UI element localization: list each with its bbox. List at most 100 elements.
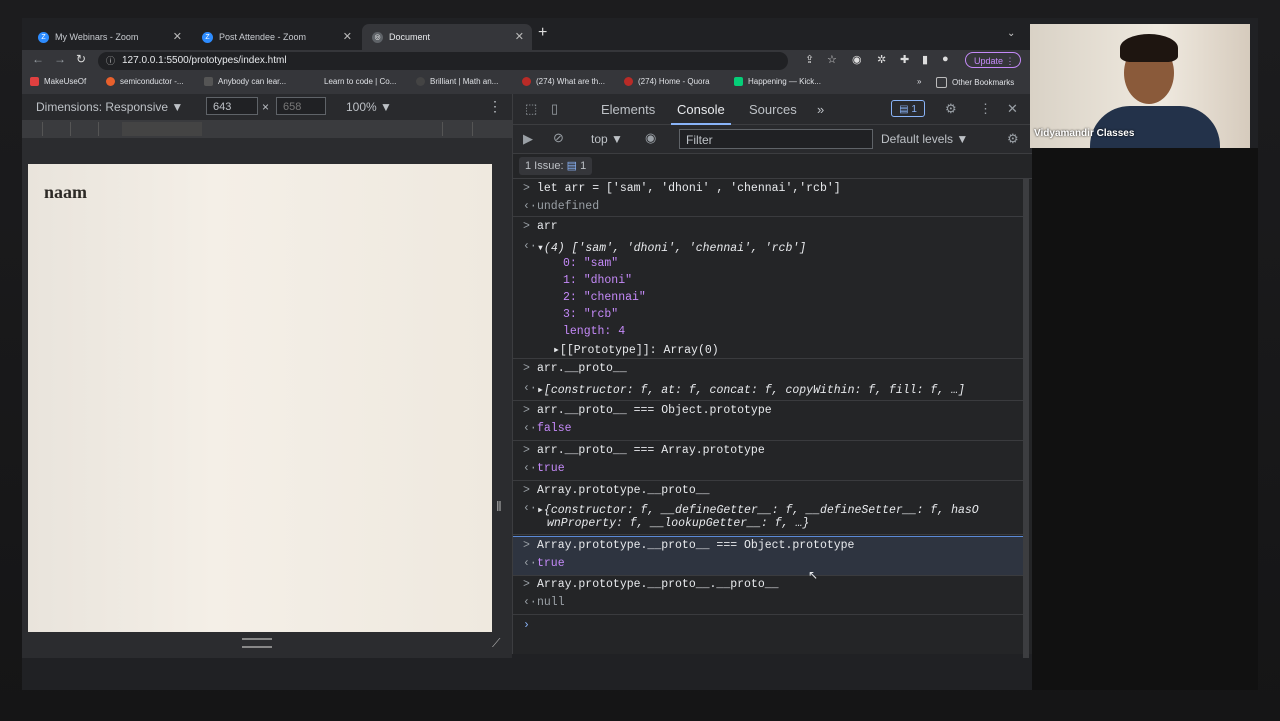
array-item: 1: "dhoni" bbox=[563, 274, 633, 287]
other-bookmarks[interactable]: Other Bookmarks bbox=[936, 77, 1014, 88]
console-output-value: false bbox=[537, 422, 572, 435]
console-input: let arr = ['sam', 'dhoni' , 'chennai','r… bbox=[537, 182, 841, 195]
tab-post-attendee[interactable]: Z Post Attendee - Zoom ✕ bbox=[192, 24, 360, 50]
tab-elements[interactable]: Elements bbox=[601, 102, 655, 117]
more-bookmarks-icon[interactable]: » bbox=[917, 77, 921, 86]
globe-icon: ◎ bbox=[372, 31, 383, 43]
close-icon[interactable]: ✕ bbox=[343, 30, 352, 43]
output-arrow-icon: ‹· bbox=[523, 502, 537, 515]
prompt-caret-icon: › bbox=[523, 619, 530, 632]
object-summary[interactable]: ▸[constructor: f, at: f, concat: f, copy… bbox=[537, 382, 965, 397]
close-icon[interactable]: ✕ bbox=[515, 30, 524, 43]
console-input: Array.prototype.__proto__ bbox=[537, 484, 710, 497]
reload-icon[interactable]: ↻ bbox=[76, 52, 86, 66]
extension-icon[interactable]: ✲ bbox=[877, 53, 886, 66]
dimensions-select[interactable]: Dimensions: Responsive ▼ bbox=[36, 100, 183, 114]
tab-strip: Z My Webinars - Zoom ✕ Z Post Attendee -… bbox=[22, 18, 1032, 50]
bookmark-item[interactable]: (274) What are th... bbox=[522, 77, 605, 86]
output-arrow-icon: ‹· bbox=[523, 557, 537, 570]
sidebar-toggle-icon[interactable]: ▶ bbox=[523, 131, 533, 147]
tab-search-icon[interactable]: ⌄ bbox=[1007, 28, 1015, 39]
bookmark-item[interactable]: Anybody can lear... bbox=[204, 77, 286, 86]
console-output-value: true bbox=[537, 462, 565, 475]
page-content: naam bbox=[28, 164, 492, 632]
zoom-select[interactable]: 100% ▼ bbox=[346, 100, 392, 114]
kebab-icon[interactable]: ⋮ bbox=[979, 101, 992, 117]
close-icon[interactable]: ✕ bbox=[173, 30, 182, 43]
mouse-cursor-icon: ↖ bbox=[808, 568, 819, 582]
back-icon[interactable]: ← bbox=[32, 52, 44, 66]
bookmark-label: Brilliant | Math an... bbox=[430, 77, 499, 86]
bookmark-item[interactable]: Brilliant | Math an... bbox=[416, 77, 498, 86]
levels-select[interactable]: Default levels ▼ bbox=[881, 132, 968, 146]
settings-icon[interactable]: ⚙ bbox=[945, 101, 957, 117]
share-icon[interactable]: ⇪ bbox=[805, 53, 814, 66]
info-icon[interactable]: ⓘ bbox=[106, 54, 115, 67]
width-input[interactable]: 643 bbox=[206, 97, 258, 115]
bookmark-item[interactable]: Happening — Kick... bbox=[734, 77, 821, 86]
puzzle-icon[interactable]: ✚ bbox=[900, 53, 909, 66]
issues-button[interactable]: 1 Issue: ▤ 1 bbox=[519, 157, 593, 175]
zoom-icon: Z bbox=[38, 31, 49, 43]
console-entry-selected: > Array.prototype.__proto__ === Object.p… bbox=[513, 536, 1023, 576]
height-input[interactable]: 658 bbox=[276, 97, 326, 115]
context-select[interactable]: top ▼ bbox=[591, 132, 623, 146]
eye-icon[interactable]: ◉ bbox=[645, 130, 656, 146]
bookmark-item[interactable]: Learn to code | Co... bbox=[324, 77, 396, 86]
filter-input[interactable]: Filter bbox=[679, 129, 873, 149]
more-tabs-icon[interactable]: » bbox=[817, 102, 824, 117]
tab-console[interactable]: Console bbox=[671, 102, 731, 125]
issue-icon: ▤ bbox=[566, 160, 577, 172]
update-button[interactable]: Update ⋮ bbox=[965, 52, 1021, 68]
bookmark-item[interactable]: (274) Home - Quora bbox=[624, 77, 710, 86]
bookmark-label: Happening — Kick... bbox=[748, 77, 821, 86]
bookmark-item[interactable]: semiconductor -... bbox=[106, 77, 184, 86]
bookmark-label: semiconductor -... bbox=[120, 77, 184, 86]
clear-console-icon[interactable]: ⊘ bbox=[553, 130, 564, 146]
profile-icon[interactable]: ● bbox=[942, 53, 949, 65]
tab-sources[interactable]: Sources bbox=[749, 102, 797, 117]
forward-icon[interactable]: → bbox=[54, 52, 66, 66]
sidebar-icon[interactable]: ▮ bbox=[922, 53, 928, 66]
star-icon[interactable]: ☆ bbox=[827, 53, 837, 66]
console-input: arr.__proto__ bbox=[537, 362, 627, 375]
times-icon: × bbox=[262, 100, 270, 114]
panel-divider[interactable]: ‖ bbox=[496, 498, 502, 514]
extension-icon[interactable]: ◉ bbox=[852, 53, 862, 66]
console-entry: > Array.prototype.__proto__.__proto__ ‹·… bbox=[513, 576, 1023, 615]
output-arrow-icon: ‹· bbox=[523, 240, 537, 253]
prototype-node[interactable]: ▸[[Prototype]]: Array(0) bbox=[553, 342, 719, 357]
zoom-icon: Z bbox=[202, 31, 213, 43]
array-summary[interactable]: ▾(4) ['sam', 'dhoni', 'chennai', 'rcb'] bbox=[537, 240, 806, 255]
corner-resize-icon[interactable]: ⟋ bbox=[492, 636, 500, 651]
zoom-video-tile: Vidyamandir Classes bbox=[1030, 24, 1250, 148]
issues-label: 1 Issue: bbox=[525, 160, 564, 172]
new-tab-icon[interactable]: + bbox=[538, 24, 547, 42]
devtools-tabbar: ⬚ ▯ Elements Console Sources » ▤ 1 ⚙ ⋮ ✕ bbox=[513, 94, 1033, 125]
output-arrow-icon: ‹· bbox=[523, 200, 537, 213]
media-query-bar[interactable] bbox=[22, 120, 512, 138]
object-summary[interactable]: ▸{constructor: f, __defineGetter__: f, _… bbox=[537, 502, 979, 517]
inspect-icon[interactable]: ⬚ bbox=[525, 101, 537, 117]
output-arrow-icon: ‹· bbox=[523, 462, 537, 475]
participant-hair bbox=[1120, 34, 1178, 62]
console-filterbar: ▶ ⊘ top ▼ ◉ Filter Default levels ▼ ⚙ bbox=[513, 125, 1033, 154]
device-toggle-icon[interactable]: ▯ bbox=[551, 101, 558, 117]
console-scrollbar[interactable] bbox=[1023, 178, 1029, 658]
messages-badge[interactable]: ▤ 1 bbox=[891, 100, 925, 117]
address-bar[interactable]: ⓘ 127.0.0.1:5500/prototypes/index.html bbox=[98, 52, 788, 70]
tab-document[interactable]: ◎ Document ✕ bbox=[362, 24, 532, 50]
array-item: 0: "sam" bbox=[563, 257, 619, 270]
resize-handle[interactable] bbox=[242, 638, 272, 648]
bookmark-icon bbox=[106, 77, 115, 86]
issues-bar: 1 Issue: ▤ 1 bbox=[513, 154, 1033, 179]
tab-my-webinars[interactable]: Z My Webinars - Zoom ✕ bbox=[28, 24, 190, 50]
console-prompt[interactable]: › bbox=[513, 616, 1023, 640]
input-prompt-icon: > bbox=[523, 362, 530, 375]
bookmark-item[interactable]: MakeUseOf bbox=[30, 77, 86, 86]
devtools-panel: ⬚ ▯ Elements Console Sources » ▤ 1 ⚙ ⋮ ✕… bbox=[512, 94, 1033, 658]
console-settings-icon[interactable]: ⚙ bbox=[1007, 131, 1019, 147]
close-devtools-icon[interactable]: ✕ bbox=[1007, 101, 1018, 117]
console-input: arr bbox=[537, 220, 558, 233]
more-options-icon[interactable]: ⋮ bbox=[488, 98, 502, 115]
